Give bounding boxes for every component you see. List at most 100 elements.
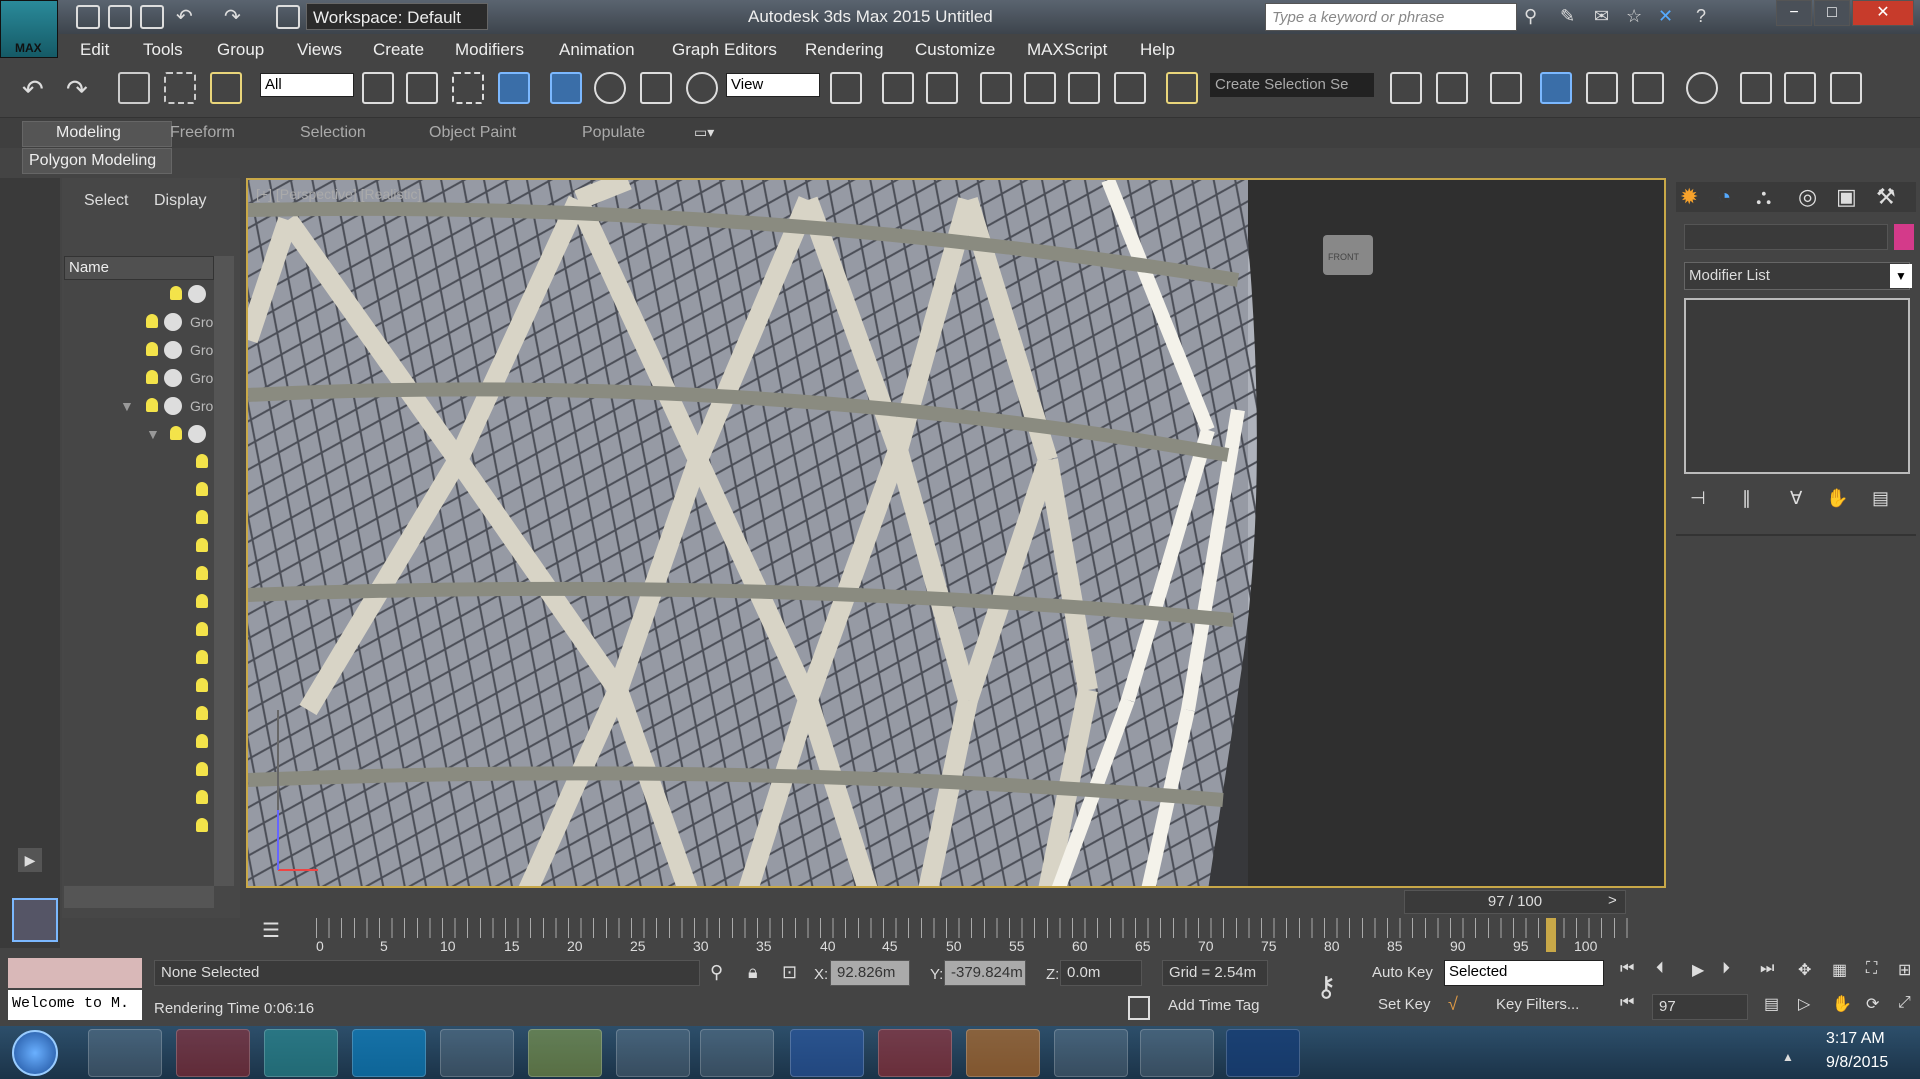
modifier-stack[interactable]: [1684, 298, 1910, 474]
list-item[interactable]: [64, 504, 214, 532]
taskbar-word[interactable]: [790, 1029, 864, 1077]
clock-date[interactable]: 9/8/2015: [1826, 1054, 1888, 1072]
menu-group[interactable]: Group: [217, 40, 264, 60]
time-configuration-icon[interactable]: ▤: [1764, 994, 1779, 1014]
select-and-place-icon[interactable]: [686, 72, 718, 104]
visibility-icon[interactable]: [164, 313, 182, 331]
menu-tools[interactable]: Tools: [143, 40, 183, 60]
list-item[interactable]: Gro: [64, 308, 214, 336]
light-bulb-icon[interactable]: [146, 314, 158, 328]
maximize-viewport-icon[interactable]: ⤢: [1898, 994, 1911, 1012]
snaps-toggle-icon[interactable]: [980, 72, 1012, 104]
list-item[interactable]: [64, 280, 214, 308]
save-icon[interactable]: [140, 5, 164, 29]
make-unique-icon[interactable]: ∀: [1790, 488, 1802, 509]
render-production-icon[interactable]: [1830, 72, 1862, 104]
menu-views[interactable]: Views: [297, 40, 342, 60]
list-item[interactable]: [64, 532, 214, 560]
select-and-rotate-icon[interactable]: [594, 72, 626, 104]
maxscript-mini-listener-top[interactable]: [8, 958, 142, 988]
ribbon-tab-populate[interactable]: Populate: [582, 124, 645, 142]
ribbon-tab-object-paint[interactable]: Object Paint: [429, 124, 516, 142]
list-item[interactable]: ▼ Gro: [64, 392, 214, 420]
hierarchy-tab-icon[interactable]: ⛬: [1756, 184, 1771, 210]
mirror-icon[interactable]: [1390, 72, 1422, 104]
taskbar-file-explorer[interactable]: [88, 1029, 162, 1077]
polygon-modeling-panel[interactable]: Polygon Modeling: [22, 148, 172, 174]
zoom-extents-icon[interactable]: ⛶: [1866, 960, 1877, 978]
window-crossing-icon[interactable]: [498, 72, 530, 104]
light-bulb-icon[interactable]: [196, 818, 208, 832]
list-item[interactable]: [64, 644, 214, 672]
time-slider-marker[interactable]: [1546, 918, 1556, 952]
expand-arrow-icon[interactable]: ▼: [146, 426, 160, 442]
undo-icon[interactable]: ↶: [22, 74, 44, 105]
selection-lock-icon[interactable]: 🔒︎: [748, 962, 758, 983]
menu-edit[interactable]: Edit: [80, 40, 109, 60]
light-bulb-icon[interactable]: [196, 510, 208, 524]
show-end-result-icon[interactable]: ∥: [1742, 488, 1751, 509]
menu-graph-editors[interactable]: Graph Editors: [672, 40, 777, 60]
list-item[interactable]: [64, 756, 214, 784]
edit-named-selection-icon[interactable]: [1166, 72, 1198, 104]
taskbar-3dsmax[interactable]: [264, 1029, 338, 1077]
align-icon[interactable]: [1436, 72, 1468, 104]
list-item[interactable]: Gro: [64, 364, 214, 392]
light-bulb-icon[interactable]: [196, 594, 208, 608]
visibility-icon[interactable]: [164, 369, 182, 387]
ribbon-tab-freeform[interactable]: Freeform: [170, 124, 235, 142]
light-bulb-icon[interactable]: [196, 622, 208, 636]
binoculars-icon[interactable]: ⚲: [1524, 6, 1537, 27]
visibility-icon[interactable]: [164, 341, 182, 359]
light-bulb-icon[interactable]: [196, 734, 208, 748]
favorites-star-icon[interactable]: ☆: [1626, 6, 1642, 27]
light-bulb-icon[interactable]: [196, 706, 208, 720]
perspective-viewport[interactable]: FRONT: [246, 178, 1666, 888]
open-file-icon[interactable]: [108, 5, 132, 29]
rectangular-selection-icon[interactable]: [452, 72, 484, 104]
communication-icon[interactable]: ✉: [1594, 6, 1609, 27]
taskbar-chrome[interactable]: [1054, 1029, 1128, 1077]
taskbar-powerpoint[interactable]: [966, 1029, 1040, 1077]
taskbar-sketchup[interactable]: [878, 1029, 952, 1077]
isolate-selection-icon[interactable]: ⚲: [710, 962, 723, 983]
expand-arrow-icon[interactable]: ▶: [18, 848, 42, 872]
timeline-toggle-icon[interactable]: ☰: [262, 918, 280, 943]
visibility-icon[interactable]: [188, 425, 206, 443]
light-bulb-icon[interactable]: [170, 286, 182, 300]
modify-tab-icon[interactable]: ◔: [1718, 184, 1731, 210]
track-bar[interactable]: [316, 918, 1636, 938]
start-button[interactable]: [12, 1030, 58, 1076]
exchange-icon[interactable]: ✕: [1658, 6, 1673, 27]
column-header-name[interactable]: Name: [64, 256, 214, 280]
ribbon-tab-modeling[interactable]: Modeling: [56, 124, 121, 142]
previous-frame-icon[interactable]: ⏴: [1656, 960, 1664, 978]
absolute-mode-icon[interactable]: ⊡: [782, 962, 797, 983]
select-and-link-icon[interactable]: [118, 72, 150, 104]
motion-tab-icon[interactable]: ◎: [1798, 184, 1817, 210]
list-item[interactable]: [64, 784, 214, 812]
light-bulb-icon[interactable]: [196, 678, 208, 692]
play-icon[interactable]: ▶: [1692, 960, 1704, 980]
taskbar-folder-app[interactable]: [528, 1029, 602, 1077]
time-tag-icon[interactable]: [1128, 996, 1150, 1020]
light-bulb-icon[interactable]: [146, 370, 158, 384]
list-item[interactable]: [64, 728, 214, 756]
list-item[interactable]: [64, 616, 214, 644]
scene-scrollbar[interactable]: [214, 256, 234, 886]
select-and-scale-icon[interactable]: [640, 72, 672, 104]
named-selection-dropdown[interactable]: Create Selection Se: [1210, 73, 1374, 97]
remove-modifier-icon[interactable]: ✋: [1826, 488, 1848, 509]
go-to-end-icon[interactable]: ⏭: [1760, 960, 1774, 978]
select-object-icon[interactable]: [362, 72, 394, 104]
help-icon[interactable]: ?: [1696, 6, 1706, 27]
list-item[interactable]: [64, 560, 214, 588]
key-tools-icon[interactable]: ✎: [1560, 6, 1575, 27]
percent-snap-icon[interactable]: [1068, 72, 1100, 104]
pivot-center-icon[interactable]: [830, 72, 862, 104]
keyboard-shortcut-override-icon[interactable]: [926, 72, 958, 104]
list-item[interactable]: Gro: [64, 336, 214, 364]
pan-view-icon[interactable]: ✋: [1832, 994, 1852, 1014]
curve-editor-icon[interactable]: [1586, 72, 1618, 104]
list-item[interactable]: ▼: [64, 420, 214, 448]
